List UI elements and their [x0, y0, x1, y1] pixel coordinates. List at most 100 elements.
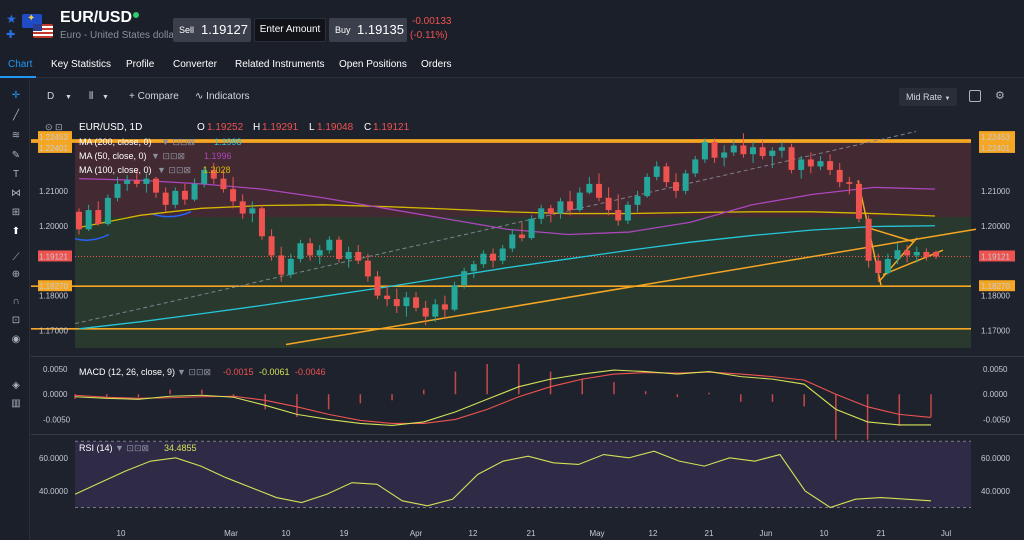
- candle-body: [249, 208, 256, 214]
- candle-body: [191, 183, 198, 200]
- compare-button[interactable]: + Compare: [129, 88, 179, 106]
- candle-body: [875, 260, 882, 273]
- price-axis-label-left: 1.17000: [39, 327, 68, 336]
- macd-controls-icon[interactable]: ▼ ⊡⊡⊠: [177, 367, 211, 377]
- market-open-dot-icon: [133, 12, 139, 18]
- chart-type-select[interactable]: ⫴ ▼: [89, 88, 109, 106]
- x-axis-label: Mar: [224, 529, 238, 538]
- legend-open-label: O: [197, 122, 205, 133]
- ma200-controls-icon[interactable]: ▼ ⊡⊡⊠: [161, 137, 195, 147]
- ma100-label[interactable]: MA (100, close, 0): [79, 165, 152, 175]
- magnet-icon[interactable]: ∩: [9, 295, 23, 309]
- ma100-controls-icon[interactable]: ▼ ⊡⊡⊠: [157, 165, 191, 175]
- crosshair-icon[interactable]: ✛: [9, 89, 23, 103]
- x-axis-label: 10: [117, 529, 126, 538]
- rsi-controls-icon[interactable]: ▼ ⊡⊡⊠: [115, 443, 149, 453]
- candle-body: [335, 239, 342, 259]
- snapshot-icon[interactable]: [969, 90, 981, 102]
- ma50-controls-icon[interactable]: ▼ ⊡⊡⊠: [151, 151, 185, 161]
- enter-amount-input[interactable]: Enter Amount: [254, 18, 326, 42]
- pattern-icon[interactable]: ⋈: [9, 187, 23, 201]
- zoom-icon[interactable]: ⊕: [9, 268, 23, 282]
- gear-icon[interactable]: ⚙: [995, 89, 1005, 102]
- x-axis-label: 21: [877, 529, 886, 538]
- macd-pane-separator: [31, 356, 1024, 357]
- interval-select[interactable]: D ▼: [47, 88, 72, 106]
- candle-body: [528, 218, 535, 238]
- rsi-axis-label-right: 40.0000: [981, 487, 1010, 496]
- arrow-icon[interactable]: ⬆: [9, 225, 23, 239]
- candle-body: [384, 295, 391, 300]
- candle-body: [759, 147, 766, 156]
- trash-icon[interactable]: ▥: [9, 397, 23, 411]
- active-tab-underline: [0, 76, 36, 78]
- ruler-icon[interactable]: ⟋: [9, 251, 23, 265]
- candle-body: [220, 178, 227, 190]
- candle-body: [701, 141, 708, 160]
- tab-profile[interactable]: Profile: [126, 59, 154, 70]
- favorite-star-icon[interactable]: ★: [6, 12, 17, 26]
- legend-toggle-icon[interactable]: ⊙ ⊡: [45, 122, 63, 132]
- candle-body: [143, 178, 150, 184]
- legend-low: 1.19048: [317, 122, 354, 133]
- drawing-toolbar: ✛ ╱ ≋ ✎ T ⋈ ⊞ ⬆ ⟋ ⊕ ∩ ⊡ ◉ ◈ ▥: [0, 79, 30, 540]
- measure-icon[interactable]: ⊞: [9, 206, 23, 220]
- price-axis-label-right: 1.18270: [981, 282, 1010, 291]
- price-axis-label-left: 1.22453: [39, 133, 68, 142]
- trendline-icon[interactable]: ╱: [9, 109, 23, 123]
- candle-body: [605, 197, 612, 211]
- price-axis-label-left: 1.21000: [39, 187, 68, 196]
- candle-body: [297, 243, 304, 259]
- tab-related-instruments[interactable]: Related Instruments: [235, 59, 325, 70]
- candle-body: [393, 299, 400, 307]
- tab-orders[interactable]: Orders: [421, 59, 452, 70]
- candle-body: [788, 147, 795, 170]
- candle-body: [278, 255, 285, 275]
- macd-label[interactable]: MACD (12, 26, close, 9): [79, 367, 175, 377]
- visibility-icon[interactable]: ◉: [9, 333, 23, 347]
- candle-body: [827, 161, 834, 170]
- ma200-label[interactable]: MA (200, close, 0): [79, 137, 152, 147]
- sell-label: Sell: [179, 25, 195, 35]
- buy-price: 1.19135: [357, 22, 404, 37]
- pin-icon[interactable]: ✚: [6, 28, 15, 41]
- candle-body: [316, 250, 323, 256]
- candle-body: [807, 159, 814, 167]
- chevron-down-icon: ▼: [944, 96, 951, 102]
- x-axis-label: 21: [705, 529, 714, 538]
- legend-high-label: H: [253, 122, 260, 133]
- chevron-down-icon: ▼: [101, 94, 109, 101]
- text-icon[interactable]: T: [9, 168, 23, 182]
- candle-body: [422, 307, 429, 317]
- price-axis-label-left: 1.18000: [39, 292, 68, 301]
- tab-open-positions[interactable]: Open Positions: [339, 59, 407, 70]
- tab-key-statistics[interactable]: Key Statistics: [51, 59, 111, 70]
- indicators-button[interactable]: ∿ Indicators: [195, 88, 250, 106]
- candle-body: [403, 297, 410, 307]
- brush-icon[interactable]: ✎: [9, 149, 23, 163]
- tab-converter[interactable]: Converter: [173, 59, 217, 70]
- candle-body: [345, 251, 352, 259]
- price-mode-select[interactable]: Mid Rate ▼: [899, 88, 957, 106]
- price-chart[interactable]: 1.22453 1.22453 1.22401 1.22401 1.21000 1.210…: [31, 114, 1024, 540]
- macd-axis-label-left: 0.0000: [43, 390, 68, 399]
- x-axis-label: Apr: [410, 529, 423, 538]
- buy-button[interactable]: Buy 1.19135: [329, 18, 407, 42]
- rsi-band: [75, 441, 971, 508]
- candle-body: [750, 147, 757, 155]
- us-flag-icon: [33, 24, 53, 38]
- tab-chart[interactable]: Chart: [8, 59, 32, 70]
- candle-body: [567, 201, 574, 211]
- sell-button[interactable]: Sell 1.19127: [173, 18, 251, 42]
- lock-icon[interactable]: ⊡: [9, 314, 23, 328]
- candle-body: [326, 239, 333, 251]
- ma50-label[interactable]: MA (50, close, 0): [79, 151, 147, 161]
- candle-body: [817, 161, 824, 167]
- x-axis-label: Jun: [760, 529, 773, 538]
- price-axis-label-right: 1.22401: [981, 144, 1010, 153]
- candle-body: [740, 145, 747, 155]
- candle-body: [634, 196, 641, 205]
- layers-icon[interactable]: ◈: [9, 379, 23, 393]
- rsi-label[interactable]: RSI (14): [79, 443, 113, 453]
- fibonacci-icon[interactable]: ≋: [9, 129, 23, 143]
